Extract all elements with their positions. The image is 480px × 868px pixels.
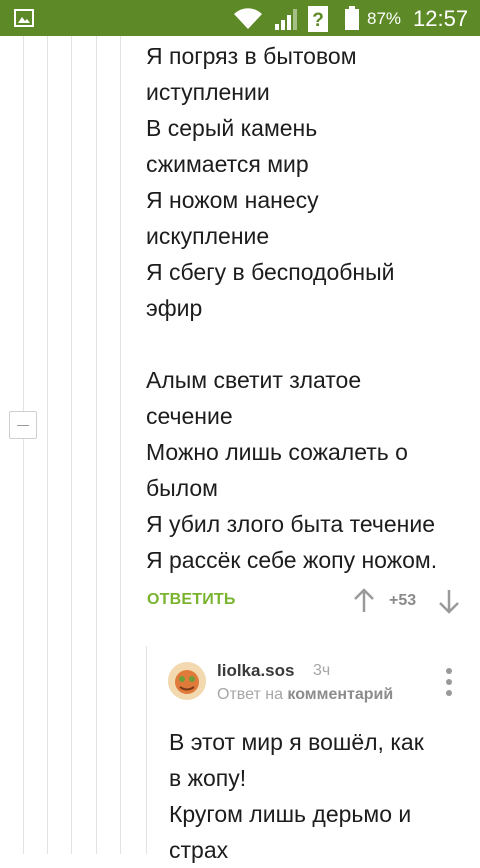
reply-to-link[interactable]: Ответ на комментарий — [217, 686, 393, 704]
downvote-icon[interactable] — [437, 588, 461, 614]
poem-line: эфир — [146, 295, 203, 321]
poem-line: Я ножом нанесу — [146, 187, 319, 213]
poem-line: Алым светит златое — [146, 367, 362, 393]
reply-button[interactable]: ОТВЕТИТЬ — [147, 591, 236, 609]
poem-line: сжимается мир — [146, 151, 309, 177]
thread-line — [47, 36, 48, 854]
reply-text-line: В этот мир я вошёл, как — [169, 729, 424, 755]
thread-line — [96, 36, 97, 854]
reply-time: 3ч — [313, 662, 331, 679]
more-options-icon[interactable] — [443, 668, 455, 698]
thread-line — [120, 36, 121, 854]
collapse-thread-button[interactable] — [9, 411, 37, 439]
reply-text-line: в жопу! — [169, 765, 247, 791]
poem-line: Я сбегу в бесподобный — [146, 259, 395, 285]
reply-text-line: Кругом лишь дерьмо и — [169, 801, 412, 827]
poem-line: Я рассёк себе жопу ножом. — [146, 547, 438, 573]
comment-text: Я погряз в бытовом иступлении В серый каме… — [146, 38, 476, 578]
status-bar: ? 87% 12:57 — [0, 0, 480, 36]
poem-line: сечение — [146, 403, 233, 429]
poem-line: Я погряз в бытовом — [146, 43, 357, 69]
poem-line: искупление — [146, 223, 270, 249]
battery-percent: 87% — [367, 9, 402, 28]
battery-icon — [345, 6, 359, 30]
stanza-break — [146, 326, 476, 362]
reply-text-line: страх — [169, 837, 229, 863]
poem-line: иступлении — [146, 79, 270, 105]
poem-line: В серый камень — [146, 115, 318, 141]
avatar[interactable] — [168, 662, 206, 700]
thread-line — [71, 36, 72, 854]
reply-username[interactable]: liolka.sos — [217, 661, 294, 681]
unknown-network-icon: ? — [308, 6, 328, 32]
reply-thread-line — [146, 646, 147, 854]
reply-to-prefix: Ответ на — [217, 686, 283, 703]
comment-actions: ОТВЕТИТЬ +53 — [146, 586, 476, 618]
reply-text: В этот мир я вошёл, как в жопу! Кругом лиш… — [169, 724, 469, 868]
poem-line: Я убил злого быта течение — [146, 511, 435, 537]
wifi-icon — [234, 8, 262, 29]
poem-line: Можно лишь сожалеть о — [146, 439, 408, 465]
image-icon — [14, 9, 34, 27]
upvote-icon[interactable] — [352, 588, 376, 614]
svg-text:?: ? — [312, 10, 324, 31]
comment-rating: +53 — [389, 592, 417, 609]
poem-line: былом — [146, 475, 218, 501]
signal-icon — [275, 9, 297, 30]
thread-line — [23, 36, 24, 854]
clock: 12:57 — [413, 6, 469, 31]
reply-to-target[interactable]: комментарий — [287, 686, 393, 703]
